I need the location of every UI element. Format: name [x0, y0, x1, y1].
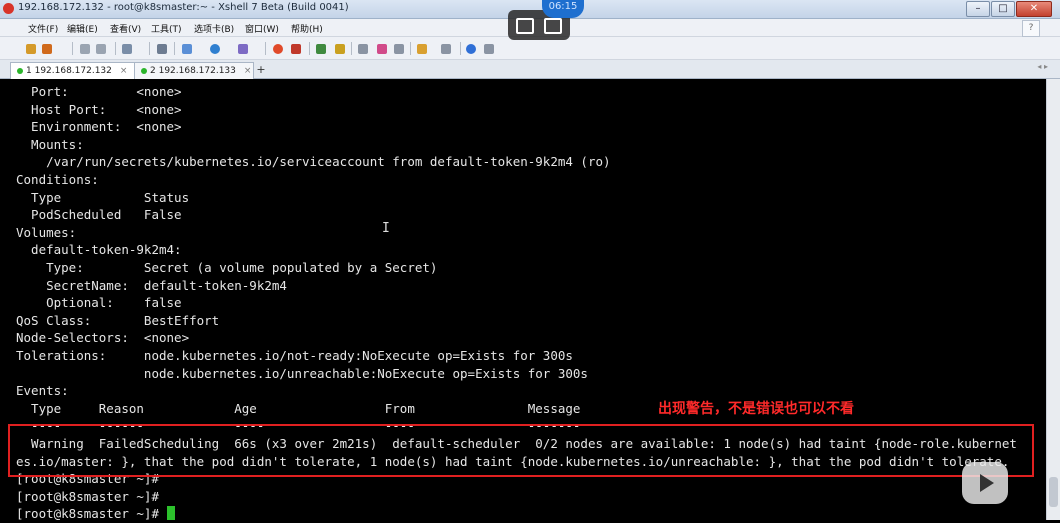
- transfer-icon[interactable]: [182, 44, 192, 54]
- terminal-line: Port: <none>: [16, 84, 182, 99]
- terminal-prompt: [root@k8smaster ~]#: [16, 506, 167, 522]
- video-play-icon[interactable]: [544, 18, 562, 34]
- toolbar: [0, 37, 1060, 60]
- properties-icon[interactable]: [122, 44, 132, 54]
- toolbar-separator: [410, 42, 411, 55]
- terminal-line: SecretName: default-token-9k2m4: [16, 277, 287, 293]
- terminal-line: Optional: false: [16, 295, 182, 311]
- status-dot-icon: [141, 67, 147, 74]
- menu-file[interactable]: 文件(F): [28, 22, 58, 35]
- terminal-line: Conditions:: [16, 172, 99, 187]
- annotation-text: 出现警告，不是错误也可以不看: [658, 401, 854, 417]
- search-icon[interactable]: [157, 44, 167, 54]
- menu-window[interactable]: 窗口(W): [245, 22, 279, 35]
- time-badge: 06:15: [542, 0, 584, 18]
- new-session-icon[interactable]: [26, 44, 36, 54]
- terminal-line: PodScheduled False: [16, 207, 182, 223]
- xftp-icon[interactable]: [273, 44, 283, 54]
- tab-close-icon[interactable]: ×: [120, 66, 128, 76]
- terminal-line: Host Port: <none>: [16, 101, 182, 117]
- keyboard-icon[interactable]: [358, 44, 368, 54]
- layout-icon[interactable]: [441, 44, 451, 54]
- help-icon[interactable]: ?: [1022, 20, 1040, 37]
- warning-highlight-box: [8, 424, 1034, 477]
- terminal-line: QoS Class: BestEffort: [16, 312, 220, 328]
- terminal-line: Volumes:: [16, 224, 77, 240]
- chat-icon[interactable]: [484, 44, 494, 54]
- terminal-line: /var/run/secrets/kubernetes.io/serviceac…: [16, 154, 611, 170]
- maximize-button[interactable]: □: [991, 1, 1015, 17]
- toolbar-separator: [72, 42, 73, 55]
- toolbar-separator: [309, 42, 310, 55]
- color-scheme-icon[interactable]: [291, 44, 301, 54]
- window-controls: – □ ✕: [965, 1, 1052, 17]
- lock-icon[interactable]: [335, 44, 345, 54]
- add-tab-button[interactable]: +: [254, 62, 268, 77]
- terminal-line: Node-Selectors: <none>: [16, 330, 190, 346]
- script-icon[interactable]: [417, 44, 427, 54]
- video-play-button[interactable]: [962, 462, 1008, 504]
- font-icon[interactable]: [238, 44, 248, 54]
- terminal-line: Tolerations: node.kubernetes.io/not-read…: [16, 348, 573, 363]
- toolbar-separator: [174, 42, 175, 55]
- help-circle-icon[interactable]: [466, 44, 476, 54]
- toolbar-separator: [351, 42, 352, 55]
- terminal-line: node.kubernetes.io/unreachable:NoExecute…: [16, 365, 588, 381]
- open-folder-icon[interactable]: [42, 44, 52, 54]
- terminal-scrollbar[interactable]: [1046, 79, 1060, 520]
- terminal-line: default-token-9k2m4:: [16, 242, 182, 258]
- toolbar-separator: [460, 42, 461, 55]
- toolbar-separator: [149, 42, 150, 55]
- toolbar-separator: [265, 42, 266, 55]
- close-button[interactable]: ✕: [1016, 1, 1052, 17]
- session-tab-bar: 1 192.168.172.132 × 2 192.168.172.133 × + …: [0, 60, 1060, 79]
- compose-icon[interactable]: [394, 44, 404, 54]
- terminal-line: Type: Secret (a volume populated by a Se…: [16, 260, 438, 275]
- window-title: 192.168.172.132 - root@k8smaster:~ - Xsh…: [18, 2, 349, 13]
- unlink-icon[interactable]: [96, 44, 106, 54]
- terminal-line: Mounts:: [16, 136, 84, 152]
- terminal-line: Environment: <none>: [16, 119, 182, 135]
- highlight-icon[interactable]: [377, 44, 387, 54]
- tab-session-2[interactable]: 2 192.168.172.133 ×: [134, 62, 254, 79]
- tab-session-1[interactable]: 1 192.168.172.132 ×: [10, 62, 136, 79]
- tab-label: 1 192.168.172.132: [26, 66, 112, 76]
- tab-close-icon[interactable]: ×: [244, 66, 252, 76]
- text-cursor: [166, 506, 175, 521]
- mouse-ibeam-icon: I: [382, 221, 390, 236]
- terminal-line: Type Reason Age From Message: [16, 400, 581, 416]
- globe-icon[interactable]: [210, 44, 220, 54]
- menu-view[interactable]: 查看(V): [110, 22, 141, 35]
- minimize-button[interactable]: –: [966, 1, 990, 17]
- play-icon: [980, 474, 994, 492]
- menu-tools[interactable]: 工具(T): [151, 22, 182, 35]
- menu-edit[interactable]: 编辑(E): [67, 22, 98, 35]
- scrollbar-thumb[interactable]: [1049, 477, 1058, 507]
- status-dot-icon: [17, 67, 23, 74]
- menu-help[interactable]: 帮助(H): [291, 22, 323, 35]
- tab-label: 2 192.168.172.133: [150, 66, 236, 76]
- pip-icon[interactable]: [516, 18, 534, 34]
- link-icon[interactable]: [80, 44, 90, 54]
- terminal-line: Events:: [16, 383, 69, 399]
- terminal-line: [root@k8smaster ~]#: [16, 488, 159, 504]
- terminal-line: Type Status: [16, 189, 190, 205]
- xshell-app-icon: [3, 3, 14, 14]
- toolbar-separator: [115, 42, 116, 55]
- tab-scroll-arrows[interactable]: ◂ ▸: [1037, 62, 1048, 71]
- menu-tabs[interactable]: 选项卡(B): [194, 22, 234, 35]
- fullscreen-icon[interactable]: [316, 44, 326, 54]
- terminal-prompt-line: [root@k8smaster ~]#: [16, 505, 175, 523]
